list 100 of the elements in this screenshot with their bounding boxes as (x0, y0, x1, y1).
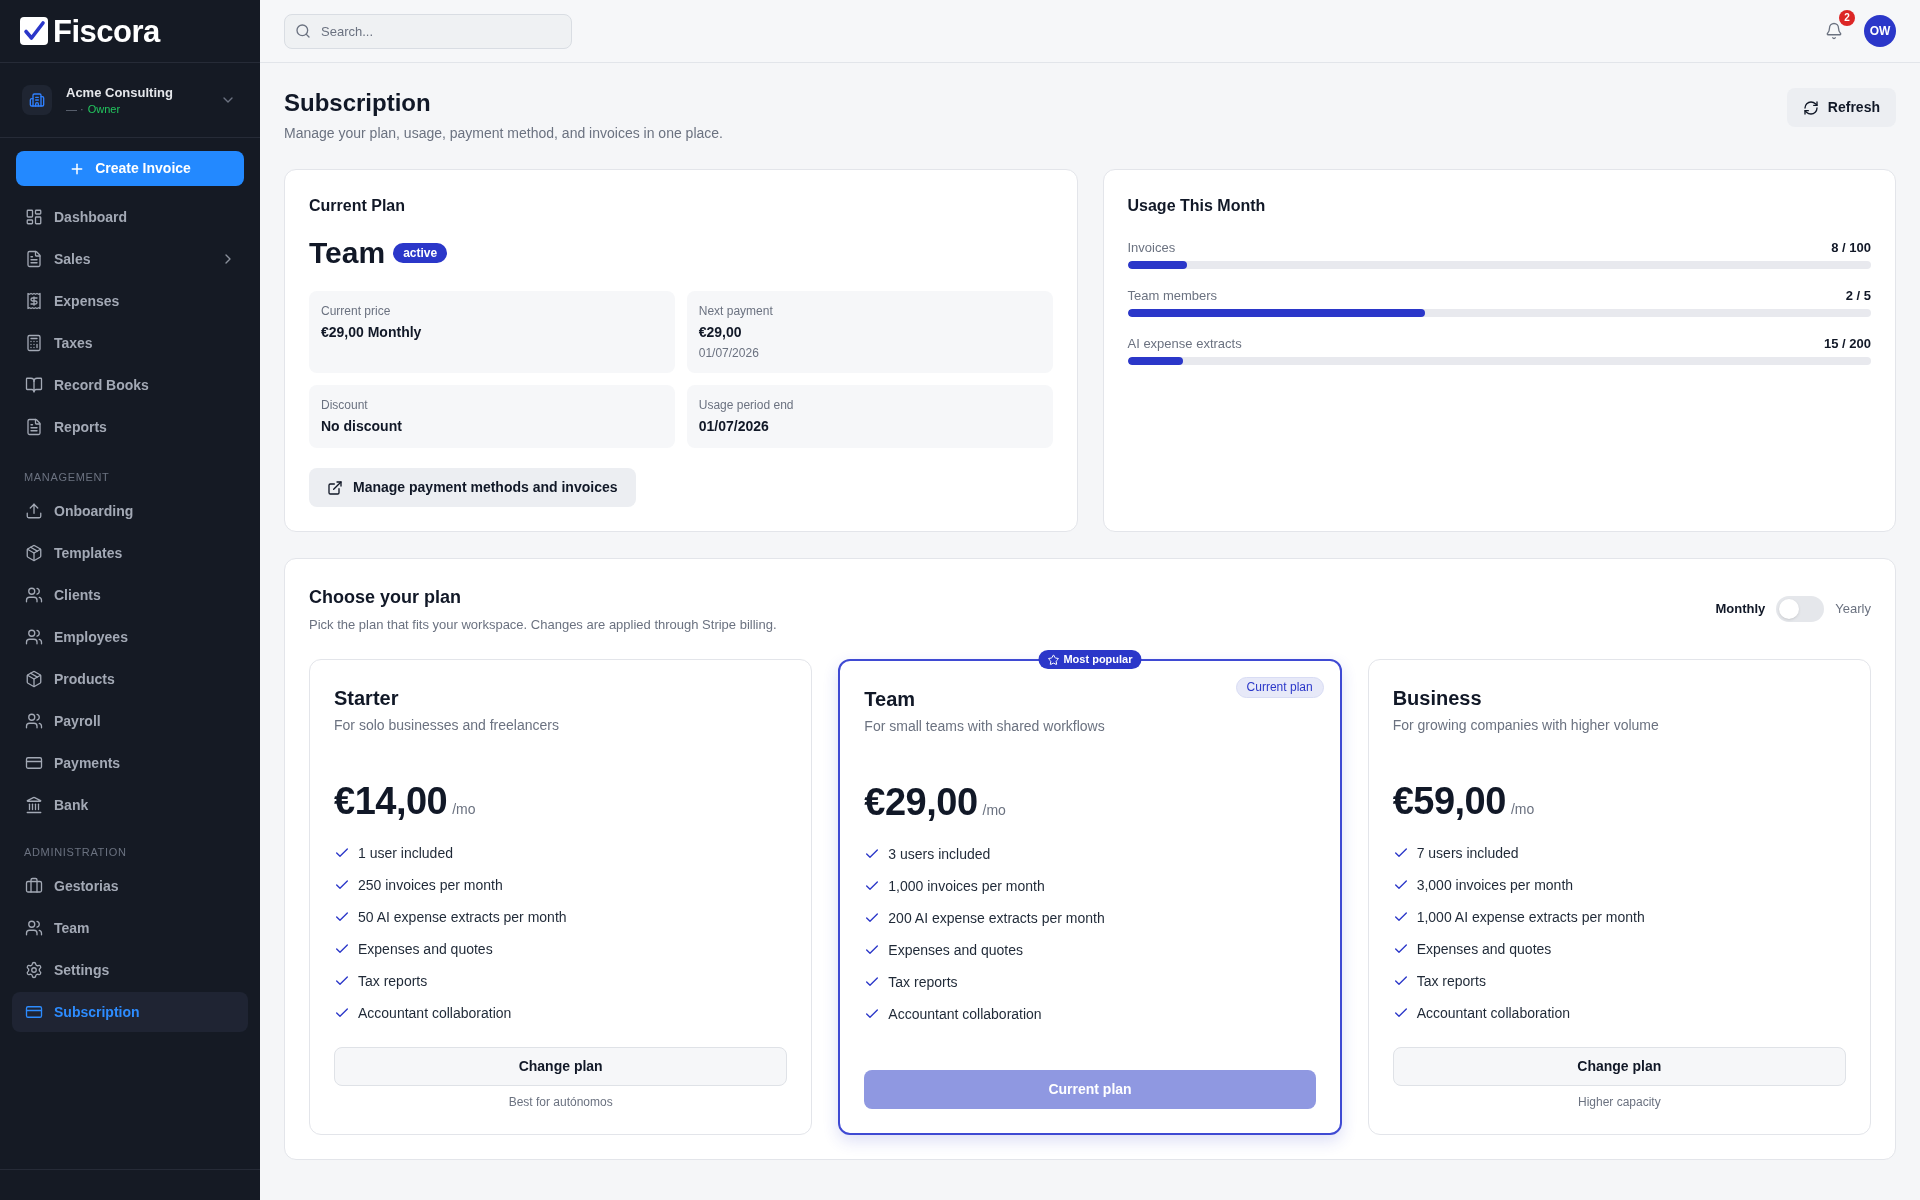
plan-button[interactable]: Change plan (334, 1047, 788, 1086)
nav-item[interactable]: Expenses (12, 281, 248, 321)
nav-item[interactable]: Payroll (12, 701, 248, 741)
section-label: MANAGEMENT (24, 470, 110, 485)
notification-count: 2 (1839, 10, 1855, 26)
card-title: Usage This Month (1127, 196, 1266, 216)
detail-value: €29,00 Monthly (321, 323, 422, 342)
bell-icon[interactable] (1825, 22, 1843, 40)
plan-price: €29,00 (864, 780, 978, 824)
briefcase-icon (25, 877, 43, 895)
nav-item[interactable]: Dashboard (12, 197, 248, 237)
nav-item[interactable]: Bank (12, 785, 248, 825)
feature-text: Accountant collaboration (358, 1004, 512, 1023)
detail-value: 01/07/2026 (698, 417, 769, 436)
feature-text: 7 users included (1416, 844, 1519, 863)
feature-text: 50 AI expense extracts per month (358, 908, 567, 927)
feature-text: 250 invoices per month (358, 876, 503, 895)
receipt-icon (25, 292, 43, 310)
user-avatar[interactable]: OW (1864, 15, 1896, 47)
price-period: /mo (1510, 800, 1535, 819)
feature-text: 200 AI expense extracts per month (888, 909, 1105, 928)
checkbox-logo-icon (20, 17, 48, 45)
nav-item[interactable]: Sales (12, 239, 248, 279)
popular-label: Most popular (1063, 652, 1133, 667)
monthly-label: Monthly (1715, 600, 1766, 618)
nav-item[interactable]: Templates (12, 533, 248, 573)
card-icon (25, 754, 43, 772)
book-icon (25, 376, 43, 394)
yearly-label: Yearly (1835, 600, 1871, 618)
feature-text: 1 user included (358, 844, 453, 863)
feature-text: Expenses and quotes (888, 941, 1023, 960)
nav-item[interactable]: Reports (12, 407, 248, 447)
plan-note: Best for autónomos (508, 1094, 613, 1110)
detail-label: Discount (321, 397, 368, 413)
plan-price: €14,00 (334, 779, 448, 823)
external-link-icon (327, 479, 343, 496)
usage-reading: 8 / 100 (1831, 239, 1871, 257)
card-title: Current Plan (309, 196, 405, 216)
nav-item[interactable]: Gestorias (12, 866, 248, 906)
feature-text: Tax reports (1416, 972, 1486, 991)
detail-label: Usage period end (698, 397, 794, 413)
billing-toggle[interactable] (1776, 596, 1825, 622)
search-icon (295, 22, 311, 39)
feature-text: Expenses and quotes (358, 940, 493, 959)
refresh-icon (1802, 99, 1819, 116)
users-icon (25, 628, 43, 646)
usage-reading: 15 / 200 (1824, 335, 1871, 353)
workspace-detail: — · (66, 102, 84, 116)
nav-item[interactable]: Taxes (12, 323, 248, 363)
nav-item[interactable]: Record Books (12, 365, 248, 405)
plan-note: Higher capacity (1577, 1094, 1661, 1110)
feature-text: 3,000 invoices per month (1416, 876, 1574, 895)
feature-text: 3 users included (888, 845, 991, 864)
grid-icon (25, 208, 43, 226)
building-icon (22, 85, 52, 115)
current-plan-tag: Current plan (1235, 677, 1324, 698)
box-icon (25, 670, 43, 688)
plan-button[interactable]: Change plan (1392, 1047, 1846, 1086)
box-icon (25, 544, 43, 562)
section-subtitle: Pick the plan that fits your workspace. Changes are applied through Stripe billing. (309, 616, 777, 634)
settings-icon (25, 961, 43, 979)
usage-label: Invoices (1127, 239, 1176, 257)
detail-value: No discount (321, 417, 402, 436)
price-period: /mo (452, 800, 476, 819)
nav-item[interactable]: Clients (12, 575, 248, 615)
section-label: ADMINISTRATION (24, 845, 127, 860)
plan-description: For growing companies with higher volume (1392, 716, 1659, 735)
search-field[interactable]: Search... (284, 13, 572, 49)
nav-item[interactable]: Employees (12, 617, 248, 657)
brand-name: Fiscora (53, 15, 160, 47)
users-icon (25, 712, 43, 730)
manage-payment-button[interactable]: Manage payment methods and invoices (309, 468, 636, 507)
nav-item[interactable]: Onboarding (12, 491, 248, 531)
detail-label: Next payment (698, 303, 773, 319)
nav-item[interactable]: Products (12, 659, 248, 699)
users-icon (25, 586, 43, 604)
nav-item[interactable]: Settings (12, 950, 248, 990)
nav-item[interactable]: Payments (12, 743, 248, 783)
status-badge: active (393, 243, 448, 263)
detail-value: €29,00 (698, 323, 742, 342)
feature-text: Expenses and quotes (1416, 940, 1552, 959)
detail-note: 01/07/2026 (698, 345, 759, 361)
plan-description: For small teams with shared workflows (864, 717, 1105, 736)
feature-text: Accountant collaboration (888, 1005, 1042, 1024)
feature-text: Tax reports (358, 972, 428, 991)
plan-price: €59,00 (1392, 779, 1506, 823)
nav-item[interactable]: Team (12, 908, 248, 948)
plan-title: Business (1392, 686, 1482, 711)
nav-item[interactable]: Subscription (12, 992, 248, 1032)
usage-reading: 2 / 5 (1845, 287, 1871, 305)
refresh-button[interactable]: Refresh (1786, 88, 1896, 127)
star-icon (1047, 653, 1060, 666)
upload-icon (25, 502, 43, 520)
price-period: /mo (982, 801, 1006, 820)
plan-name: Team (309, 235, 386, 271)
document-icon (25, 250, 43, 268)
usage-label: Team members (1127, 287, 1218, 305)
feature-text: Accountant collaboration (1416, 1004, 1570, 1023)
users-icon (25, 919, 43, 937)
usage-label: AI expense extracts (1127, 335, 1242, 353)
